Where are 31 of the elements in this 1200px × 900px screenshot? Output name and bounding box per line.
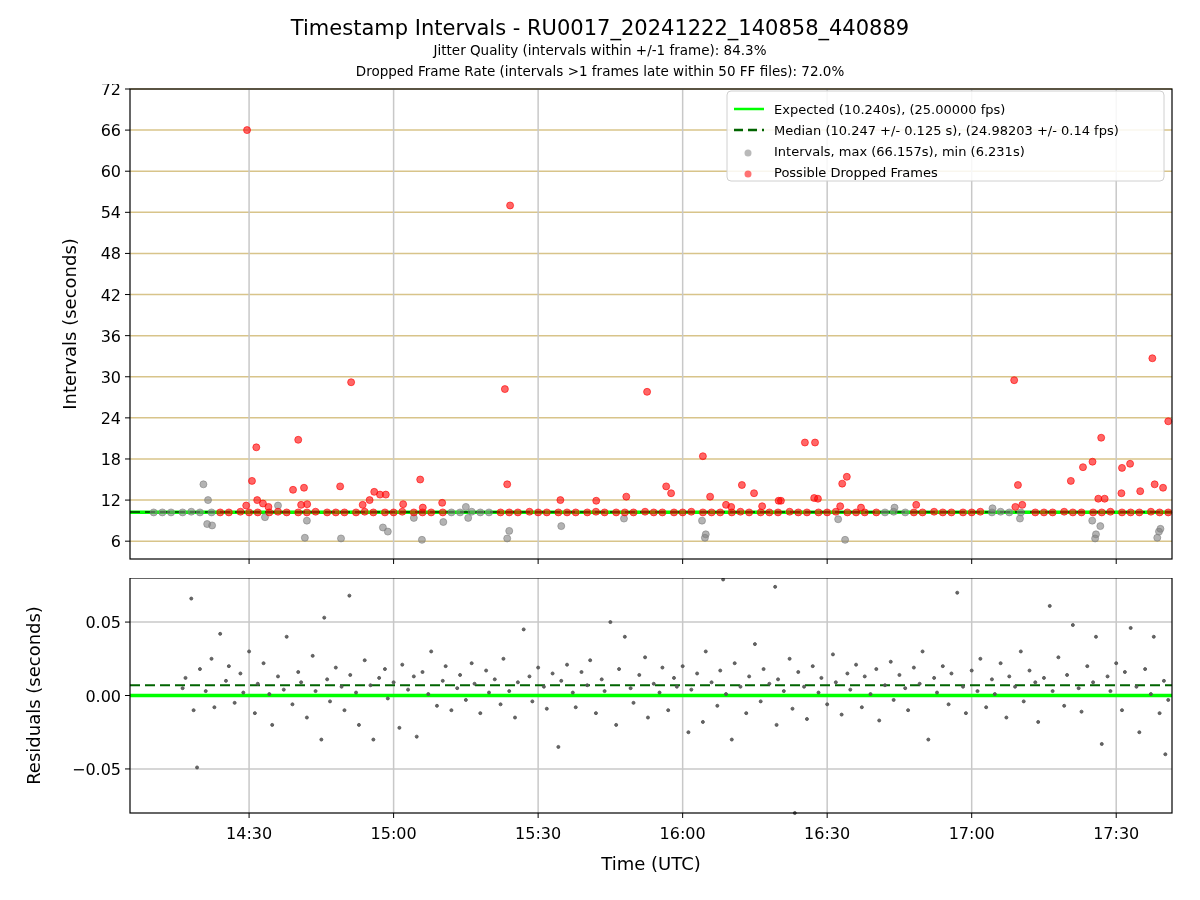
tick-label: 54 xyxy=(100,203,121,223)
tick-label: −0.05 xyxy=(71,759,121,779)
chart-title: Timestamp Intervals - RU0017_20241222_140858_440889 xyxy=(290,16,910,40)
axis-label: Time (UTC) xyxy=(601,853,701,874)
legend-label: Median (10.247 +/- 0.125 s), (24.98203 +/- 0.14 fps) xyxy=(774,123,1119,138)
tick-label: 30 xyxy=(100,367,121,387)
tick-label: 14:30 xyxy=(226,824,273,843)
tick-label: 16:30 xyxy=(804,824,851,843)
tick-label: 42 xyxy=(100,285,121,305)
axis-label: Residuals (seconds) xyxy=(23,606,44,785)
tick-label: 17:00 xyxy=(948,824,995,843)
legend-label: Intervals, max (66.157s), min (6.231s) xyxy=(774,144,1025,159)
tick-label: 18 xyxy=(100,449,121,469)
tick-label: 0.00 xyxy=(85,686,121,706)
tick-label: 15:00 xyxy=(370,824,417,843)
tick-label: 48 xyxy=(100,244,121,264)
legend-label: Possible Dropped Frames xyxy=(774,165,938,180)
tick-label: 12 xyxy=(100,491,121,511)
tick-label: 0.05 xyxy=(85,613,121,633)
tick-label: 24 xyxy=(100,408,121,428)
chart-subtitle: Dropped Frame Rate (intervals >1 frames late within 50 FF files): 72.0% xyxy=(355,62,845,81)
tick-label: 60 xyxy=(100,162,121,182)
axis-label: Intervals (seconds) xyxy=(59,238,80,410)
tick-label: 17:30 xyxy=(1093,824,1140,843)
tick-label: 6 xyxy=(110,532,121,552)
tick-label: 66 xyxy=(100,121,121,141)
tick-label: 15:30 xyxy=(515,824,562,843)
chart-subtitle: Jitter Quality (intervals within +/-1 frame): 84.3% xyxy=(433,41,767,60)
tick-label: 16:00 xyxy=(659,824,706,843)
legend-label: Expected (10.240s), (25.00000 fps) xyxy=(774,102,1006,117)
tick-label: 36 xyxy=(100,326,121,346)
